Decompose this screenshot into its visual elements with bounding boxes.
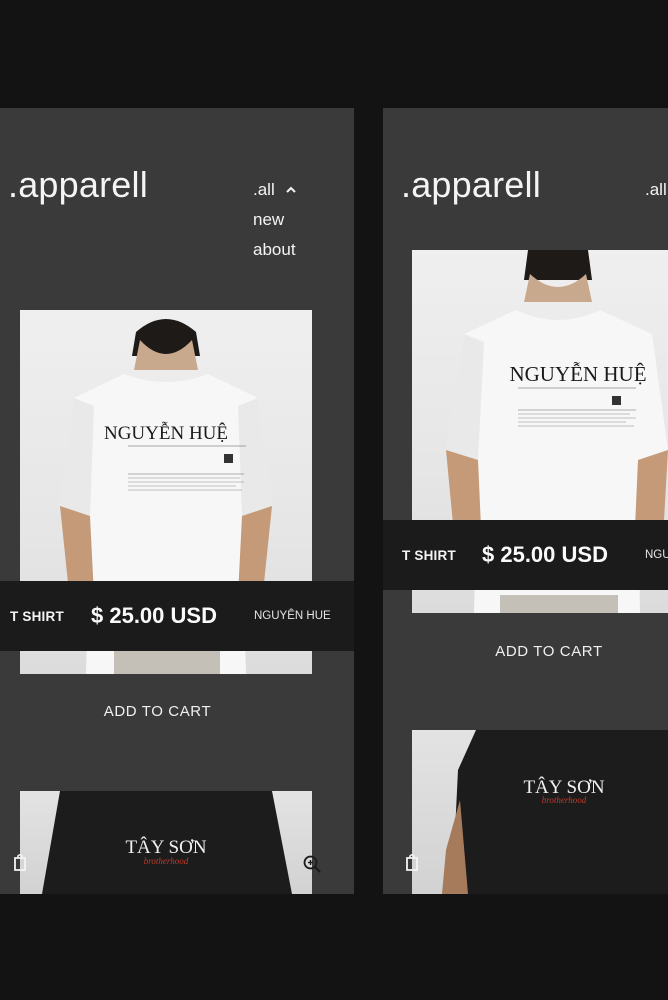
product-price-bar: T SHIRT $ 25.00 USD NGU <box>383 520 668 590</box>
product-image-tay-son[interactable]: TÂY SƠN brotherhood <box>20 791 312 894</box>
chevron-up-icon[interactable] <box>285 184 297 196</box>
product-price-bar: T SHIRT $ 25.00 USD NGUYÊN HUE <box>0 581 354 651</box>
phone-screen-left: .apparell .all new about NGUYỄN HUỆ T SH… <box>0 108 354 894</box>
tshirt-black-illustration: TÂY SƠN brotherhood <box>42 791 292 894</box>
shirt-print-title: NGUYỄN HUỆ <box>104 422 228 444</box>
phone-screen-right: .apparell .all NGUYỄN HUỆ T SHIRT $ 25.0… <box>383 108 668 894</box>
tshirt-print-script: brotherhood <box>144 856 189 866</box>
shirt-print-title: NGUYỄN HUỆ <box>509 362 646 386</box>
product-price: $ 25.00 USD <box>91 603 217 628</box>
nav-menu: .all <box>645 175 667 205</box>
nav-item-all[interactable]: .all <box>645 175 667 205</box>
nav-item-new[interactable]: new <box>253 205 297 235</box>
tshirt-black-illustration: TÂY SƠN brotherhood <box>442 730 668 894</box>
add-to-cart-button[interactable]: ADD TO CART <box>0 703 325 720</box>
product-price: $ 25.00 USD <box>482 542 608 567</box>
zoom-in-icon[interactable] <box>302 854 322 874</box>
tshirt-print-script: brotherhood <box>542 795 587 805</box>
nav-item-about[interactable]: about <box>253 235 297 265</box>
nav-item-all[interactable]: .all <box>253 175 275 205</box>
product-image-tay-son[interactable]: TÂY SƠN brotherhood <box>412 730 668 894</box>
product-name: T SHIRT <box>402 547 456 563</box>
shopping-bag-icon[interactable] <box>10 852 30 872</box>
nav-menu: .all new about <box>253 175 297 265</box>
add-to-cart-button[interactable]: ADD TO CART <box>383 643 668 660</box>
brand-logo[interactable]: .apparell <box>401 164 541 206</box>
shopping-bag-icon[interactable] <box>402 852 422 872</box>
tshirt-print-tay-son: TÂY SƠN <box>125 836 206 858</box>
product-design-name: NGUYÊN HUE <box>254 610 331 622</box>
brand-logo[interactable]: .apparell <box>8 164 148 206</box>
product-design-name: NGU <box>645 549 668 561</box>
product-name: T SHIRT <box>10 608 64 624</box>
